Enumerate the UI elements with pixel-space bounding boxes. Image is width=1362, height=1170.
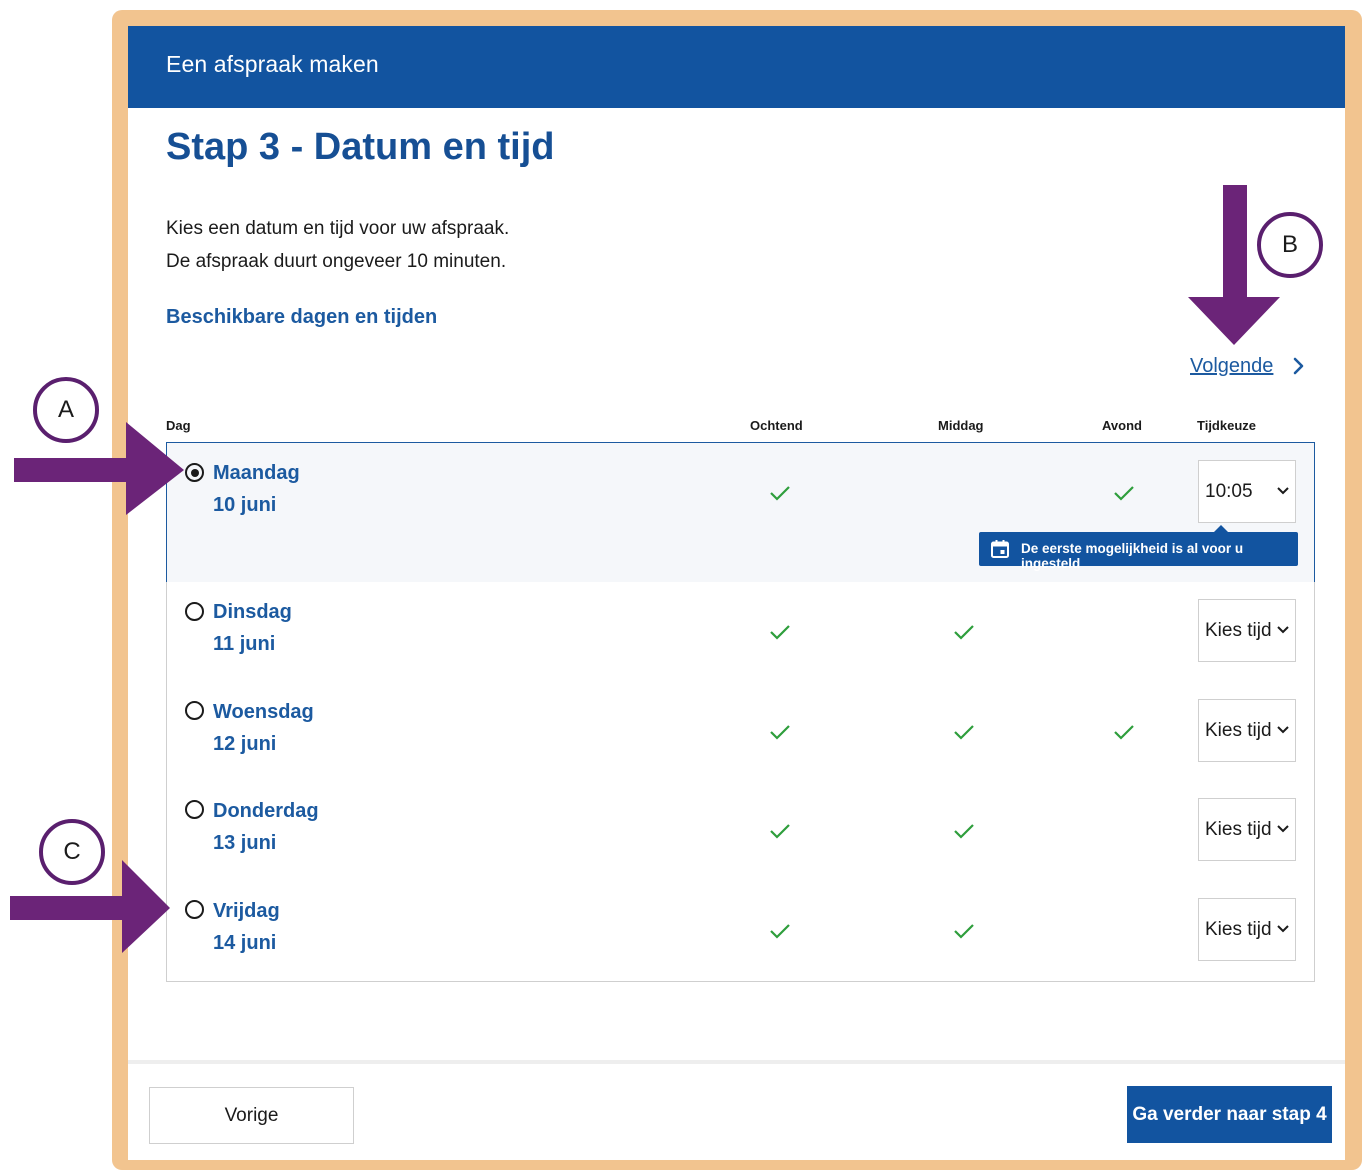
chevron-down-icon	[1277, 487, 1289, 495]
intro-text: Kies een datum en tijd voor uw afspraak.…	[166, 212, 509, 278]
day-date[interactable]: 10 juni	[213, 494, 276, 517]
chevron-down-icon	[1277, 626, 1289, 634]
annotation-arrow-b	[1188, 185, 1280, 345]
day-name[interactable]: Donderdag	[213, 800, 319, 823]
time-select-value: 10:05	[1205, 481, 1253, 502]
table-row[interactable]: Donderdag 13 juni Kies tijd	[166, 781, 1315, 882]
time-select[interactable]: Kies tijd	[1198, 599, 1296, 662]
time-select[interactable]: 10:05	[1198, 460, 1296, 523]
time-select-value: Kies tijd	[1205, 620, 1272, 641]
day-name[interactable]: Vrijdag	[213, 900, 280, 923]
next-week-link[interactable]: Volgende	[1190, 355, 1273, 378]
afternoon-check-icon	[954, 625, 974, 640]
day-radio[interactable]	[185, 701, 204, 720]
default-time-tooltip: De eerste mogelijkheid is al voor u inge…	[979, 525, 1298, 571]
table-row[interactable]: Dinsdag 11 juni Kies tijd	[166, 582, 1315, 683]
morning-check-icon	[770, 486, 790, 501]
tooltip-pointer	[1213, 525, 1229, 533]
day-name[interactable]: Maandag	[213, 462, 300, 485]
table-row[interactable]: Woensdag 12 juni Kies tijd	[166, 682, 1315, 782]
continue-step-4-button[interactable]: Ga verder naar stap 4	[1127, 1086, 1332, 1143]
time-select-value: Kies tijd	[1205, 919, 1272, 940]
radio-selected-dot	[190, 468, 199, 477]
afternoon-check-icon	[954, 924, 974, 939]
tooltip-text: De eerste mogelijkheid is al voor u inge…	[1021, 541, 1244, 571]
time-select-value: Kies tijd	[1205, 720, 1272, 741]
intro-line-2: De afspraak duurt ongeveer 10 minuten.	[166, 251, 507, 272]
previous-button[interactable]: Vorige	[149, 1087, 354, 1144]
header-title: Een afspraak maken	[166, 51, 379, 77]
page-title: Stap 3 - Datum en tijd	[166, 126, 555, 168]
day-date[interactable]: 12 juni	[213, 733, 276, 756]
morning-check-icon	[770, 924, 790, 939]
day-date[interactable]: 11 juni	[213, 633, 275, 656]
column-header-evening: Avond	[1102, 418, 1142, 433]
chevron-down-icon	[1277, 825, 1289, 833]
day-radio[interactable]	[185, 800, 204, 819]
chevron-down-icon	[1277, 925, 1289, 933]
table-row[interactable]: Vrijdag 14 juni Kies tijd	[166, 881, 1315, 982]
afternoon-check-icon	[954, 725, 974, 740]
evening-check-icon	[1114, 725, 1134, 740]
day-date[interactable]: 14 juni	[213, 932, 276, 955]
annotation-arrow-c	[10, 860, 170, 953]
section-heading-available-days: Beschikbare dagen en tijden	[166, 306, 438, 328]
footer-divider	[128, 1060, 1345, 1064]
time-select-value: Kies tijd	[1205, 819, 1272, 840]
intro-line-1: Kies een datum en tijd voor uw afspraak.	[166, 218, 510, 239]
day-name[interactable]: Woensdag	[213, 701, 314, 724]
appointment-panel: Een afspraak maken Stap 3 - Datum en tij…	[128, 26, 1345, 1160]
column-header-afternoon: Middag	[938, 418, 984, 433]
morning-check-icon	[770, 824, 790, 839]
day-radio[interactable]	[185, 602, 204, 621]
afternoon-check-icon	[954, 824, 974, 839]
page-header: Een afspraak maken	[128, 26, 1345, 108]
morning-check-icon	[770, 625, 790, 640]
table-row[interactable]: Maandag 10 juni 10:05 De eerste mogelijk…	[166, 442, 1315, 583]
day-radio[interactable]	[185, 463, 204, 482]
time-select[interactable]: Kies tijd	[1198, 898, 1296, 961]
calendar-icon	[991, 540, 1009, 558]
day-radio[interactable]	[185, 900, 204, 919]
time-select[interactable]: Kies tijd	[1198, 699, 1296, 762]
chevron-right-icon[interactable]	[1286, 354, 1310, 378]
column-header-morning: Ochtend	[750, 418, 803, 433]
morning-check-icon	[770, 725, 790, 740]
evening-check-icon	[1114, 486, 1134, 501]
time-select[interactable]: Kies tijd	[1198, 798, 1296, 861]
annotation-arrow-a	[14, 422, 184, 515]
column-header-time: Tijdkeuze	[1197, 418, 1257, 433]
day-date[interactable]: 13 juni	[213, 832, 276, 855]
day-name[interactable]: Dinsdag	[213, 601, 292, 624]
chevron-down-icon	[1277, 726, 1289, 734]
